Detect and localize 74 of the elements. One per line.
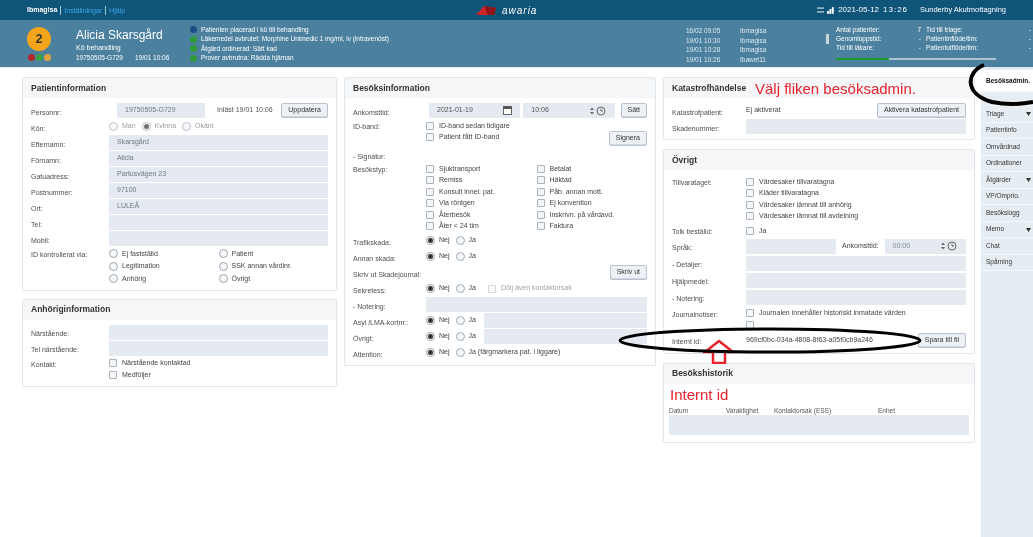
radio-button[interactable] bbox=[455, 236, 465, 245]
calendar-icon bbox=[503, 106, 513, 115]
patient-name: Alicia Skarsgård bbox=[76, 28, 164, 42]
radio-button[interactable] bbox=[426, 236, 435, 245]
radio-button[interactable] bbox=[455, 284, 465, 293]
radio-button[interactable] bbox=[109, 249, 118, 259]
current-time: 13:26 bbox=[883, 4, 909, 16]
input-field[interactable] bbox=[746, 255, 966, 271]
radio-button[interactable] bbox=[426, 252, 435, 261]
input-field[interactable] bbox=[109, 324, 328, 340]
radio-button[interactable] bbox=[218, 261, 228, 271]
radio-button[interactable] bbox=[426, 348, 435, 357]
panel-title: Patientinformation bbox=[31, 81, 107, 95]
checkbox[interactable] bbox=[746, 200, 754, 209]
checkbox[interactable] bbox=[426, 133, 434, 142]
spinner-clock-icon bbox=[940, 241, 958, 251]
input-field[interactable] bbox=[746, 119, 966, 134]
checkbox[interactable] bbox=[746, 226, 754, 235]
scrollbar[interactable] bbox=[826, 34, 829, 44]
input-field[interactable] bbox=[109, 215, 328, 230]
radio-button[interactable] bbox=[426, 316, 435, 325]
input-field[interactable] bbox=[746, 289, 966, 305]
radio-button[interactable] bbox=[109, 274, 118, 284]
panel-title: Anhöriginformation bbox=[31, 303, 111, 316]
checkbox[interactable] bbox=[426, 187, 434, 196]
annotation-text: Internt id bbox=[670, 386, 729, 403]
menu-icon bbox=[816, 7, 825, 13]
checkbox[interactable] bbox=[536, 199, 545, 208]
checkbox[interactable] bbox=[426, 164, 434, 173]
input-field[interactable] bbox=[483, 313, 647, 328]
radio-button[interactable] bbox=[455, 252, 465, 261]
logo-icon bbox=[473, 4, 498, 16]
up-arrow-icon bbox=[703, 340, 735, 364]
logo-text: awaria bbox=[501, 3, 538, 18]
spinner-clock-icon bbox=[588, 105, 607, 116]
checkbox[interactable] bbox=[426, 121, 434, 130]
annotation-text: Välj fliken besöksadmin. bbox=[755, 79, 916, 99]
radio-button[interactable] bbox=[109, 261, 118, 271]
priority-badge: 2 bbox=[27, 27, 51, 51]
panel-title: Katastrofhändelse bbox=[672, 81, 747, 95]
radio-button[interactable] bbox=[455, 316, 465, 325]
input-field[interactable] bbox=[746, 272, 966, 288]
checkbox[interactable] bbox=[746, 212, 754, 221]
input-field[interactable] bbox=[426, 297, 647, 312]
checkbox[interactable] bbox=[746, 189, 754, 198]
radio-button[interactable] bbox=[455, 348, 465, 357]
checkbox[interactable] bbox=[109, 359, 117, 368]
checkbox[interactable] bbox=[426, 199, 434, 208]
checkbox[interactable] bbox=[536, 164, 545, 173]
checkbox[interactable] bbox=[746, 320, 754, 329]
panel-title: Övrigt bbox=[672, 153, 698, 167]
input-field[interactable] bbox=[109, 340, 328, 356]
panel-title: Besökshistorik bbox=[672, 367, 733, 380]
input-field[interactable] bbox=[483, 329, 647, 344]
checkbox[interactable] bbox=[426, 176, 434, 185]
checkbox[interactable] bbox=[536, 176, 545, 185]
input-field[interactable] bbox=[109, 231, 328, 246]
checkbox[interactable] bbox=[109, 370, 117, 379]
checkbox[interactable] bbox=[536, 222, 545, 231]
checkbox[interactable] bbox=[536, 187, 545, 196]
radio-button[interactable] bbox=[426, 284, 435, 293]
current-date: 2021-05-12 bbox=[838, 4, 880, 16]
panel-title: Besöksinformation bbox=[353, 81, 430, 95]
radio-button[interactable] bbox=[218, 249, 228, 259]
checkbox[interactable] bbox=[426, 222, 434, 231]
checkbox[interactable] bbox=[746, 177, 754, 186]
radio-button[interactable] bbox=[426, 332, 435, 341]
input-field[interactable] bbox=[746, 238, 836, 254]
checkbox[interactable] bbox=[746, 309, 754, 318]
radio-button[interactable] bbox=[455, 332, 465, 341]
radio-button[interactable] bbox=[218, 274, 228, 284]
checkbox[interactable] bbox=[426, 210, 434, 219]
signal-icon bbox=[827, 6, 835, 14]
checkbox[interactable] bbox=[536, 210, 545, 219]
